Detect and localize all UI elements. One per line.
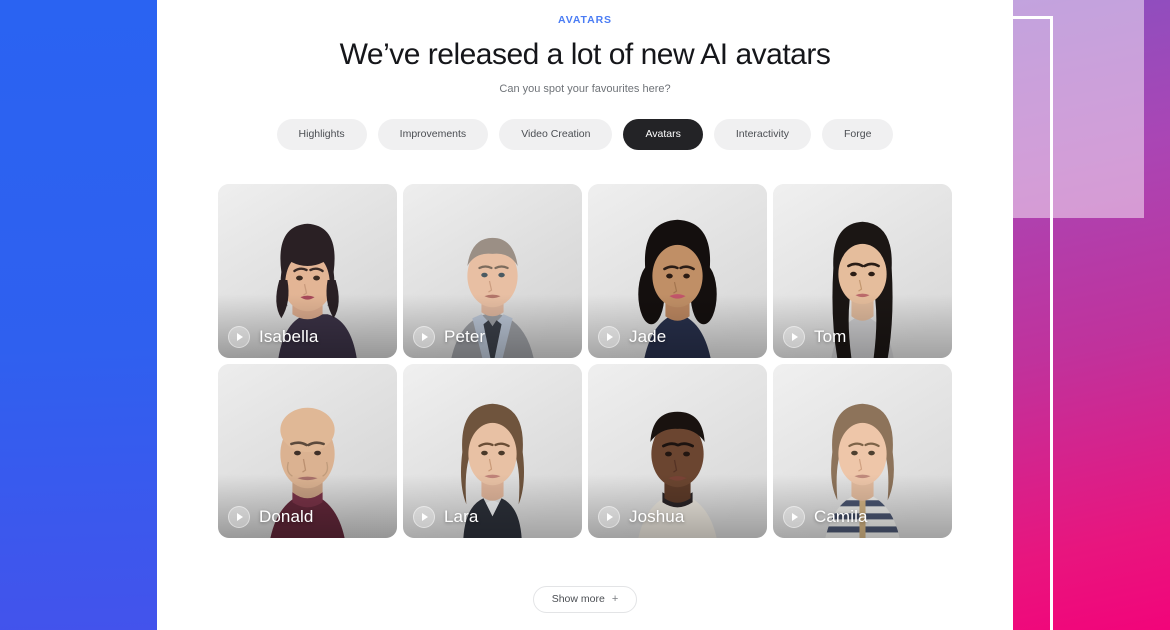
category-tabs: Highlights Improvements Video Creation A… [157, 118, 1013, 150]
avatar-name: Tom [814, 326, 847, 346]
plus-icon: + [611, 592, 619, 605]
avatar-label-joshua: Joshua [598, 505, 685, 528]
avatar-name: Joshua [629, 506, 685, 526]
tab-video-creation[interactable]: Video Creation [499, 118, 613, 150]
page-title: We’ve released a lot of new AI avatars [339, 38, 831, 71]
avatar-name: Jade [629, 326, 667, 346]
avatar-card-lara[interactable]: Lara [403, 363, 582, 538]
avatar-label-peter: Peter [413, 325, 486, 348]
tab-interactivity[interactable]: Interactivity [713, 118, 811, 150]
avatar-name: Donald [259, 506, 314, 526]
background-right-white-outline [1013, 16, 1053, 630]
avatar-label-isabella: Isabella [228, 325, 319, 348]
footer: Show more + [157, 585, 1013, 613]
avatar-label-tom: Tom [783, 325, 847, 348]
avatar-label-camila: Camila [783, 505, 868, 528]
avatar-card-peter[interactable]: Peter [403, 183, 582, 358]
avatar-card-donald[interactable]: Donald [218, 363, 397, 538]
background-left-blue-panel [0, 0, 157, 630]
content-canvas: AVATARS We’ve released a lot of new AI a… [157, 0, 1013, 630]
avatar-name: Peter [444, 326, 486, 346]
tab-avatars[interactable]: Avatars [623, 118, 703, 150]
play-icon[interactable] [598, 505, 620, 528]
tab-improvements[interactable]: Improvements [377, 118, 489, 150]
avatar-name: Camila [814, 506, 868, 526]
tab-highlights[interactable]: Highlights [276, 118, 367, 150]
avatar-name: Isabella [259, 326, 319, 346]
avatar-card-jade[interactable]: Jade [588, 183, 767, 358]
eyebrow-label: AVATARS [558, 14, 612, 26]
play-icon[interactable] [598, 325, 620, 348]
page-root: AVATARS We’ve released a lot of new AI a… [0, 0, 1170, 630]
avatar-label-lara: Lara [413, 505, 479, 528]
play-icon[interactable] [228, 505, 250, 528]
play-icon[interactable] [228, 325, 250, 348]
tab-forge[interactable]: Forge [822, 118, 894, 150]
play-icon[interactable] [413, 325, 435, 348]
avatar-card-joshua[interactable]: Joshua [588, 363, 767, 538]
show-more-button[interactable]: Show more + [532, 585, 638, 613]
avatar-card-isabella[interactable]: Isabella [218, 183, 397, 358]
avatar-label-donald: Donald [228, 505, 314, 528]
play-icon[interactable] [783, 325, 805, 348]
avatar-card-tom[interactable]: Tom [773, 183, 952, 358]
play-icon[interactable] [413, 505, 435, 528]
avatar-name: Lara [444, 506, 479, 526]
show-more-label: Show more [551, 593, 605, 605]
page-subtitle: Can you spot your favourites here? [499, 82, 671, 95]
avatar-grid: Isabella Peter Jade Tom Donald Lara Josh… [218, 183, 952, 538]
play-icon[interactable] [783, 505, 805, 528]
avatar-label-jade: Jade [598, 325, 667, 348]
avatar-card-camila[interactable]: Camila [773, 363, 952, 538]
